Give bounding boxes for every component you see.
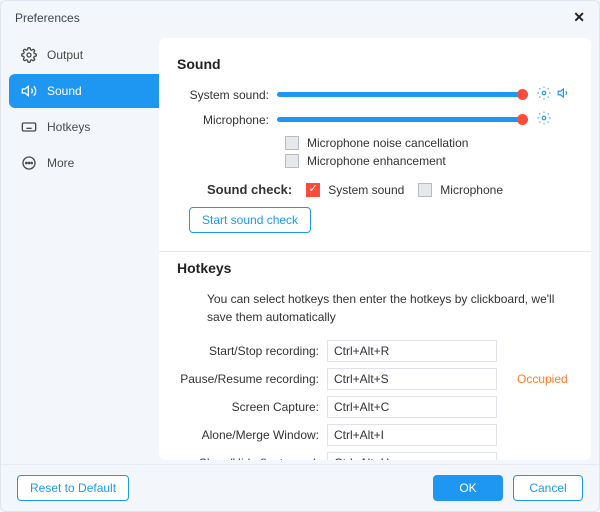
volume-icon[interactable] [557, 86, 571, 103]
occupied-badge: Occupied [517, 372, 568, 386]
sidebar-item-label: Sound [47, 84, 82, 98]
checkbox-label: Microphone [440, 183, 503, 197]
reset-to-default-button[interactable]: Reset to Default [17, 475, 129, 501]
section-heading-hotkeys: Hotkeys [177, 260, 571, 276]
sidebar-item-label: Output [47, 48, 83, 62]
hotkeys-description: You can select hotkeys then enter the ho… [177, 290, 571, 340]
hk-input-alone-merge[interactable] [327, 424, 497, 446]
main-panel[interactable]: Sound System sound: Microphone: [159, 38, 591, 460]
footer: Reset to Default OK Cancel [1, 464, 599, 511]
slider-knob-icon[interactable] [517, 89, 528, 100]
hk-label-float-panel: Show/Hide float panel: [177, 456, 327, 460]
section-heading-sound: Sound [177, 56, 571, 72]
hk-label-pause-resume: Pause/Resume recording: [177, 372, 327, 386]
sidebar-item-hotkeys[interactable]: Hotkeys [9, 110, 159, 144]
title-bar: Preferences ✕ [1, 1, 599, 34]
gear-icon [21, 47, 37, 63]
hk-label-screen-capture: Screen Capture: [177, 400, 327, 414]
more-icon [21, 155, 37, 171]
microphone-label: Microphone: [177, 113, 277, 127]
gear-icon[interactable] [537, 111, 551, 128]
slider-knob-icon[interactable] [517, 114, 528, 125]
hk-input-start-stop[interactable] [327, 340, 497, 362]
start-sound-check-button[interactable]: Start sound check [189, 207, 311, 233]
sound-check-heading: Sound check: [207, 182, 292, 197]
hk-input-float-panel[interactable] [327, 452, 497, 460]
keyboard-icon [21, 119, 37, 135]
window-body: Output Sound Hotkeys More [1, 34, 599, 464]
sidebar-item-label: Hotkeys [47, 120, 90, 134]
window-title: Preferences [15, 11, 80, 25]
spacer [557, 111, 571, 128]
checkbox-icon [418, 183, 432, 197]
hk-label-start-stop: Start/Stop recording: [177, 344, 327, 358]
enhancement-checkbox[interactable]: Microphone enhancement [285, 154, 571, 168]
speaker-icon [21, 83, 37, 99]
checkbox-label: Microphone noise cancellation [307, 136, 468, 150]
checkbox-label: Microphone enhancement [307, 154, 446, 168]
sidebar-item-label: More [47, 156, 74, 170]
sidebar-item-more[interactable]: More [9, 146, 159, 180]
noise-cancel-checkbox[interactable]: Microphone noise cancellation [285, 136, 571, 150]
preferences-window: Preferences ✕ Output Sound Ho [0, 0, 600, 512]
checkbox-icon [285, 136, 299, 150]
system-sound-slider[interactable] [277, 92, 527, 97]
hk-input-pause-resume[interactable] [327, 368, 497, 390]
checkbox-label: System sound [328, 183, 404, 197]
sidebar-item-sound[interactable]: Sound [9, 74, 159, 108]
system-sound-check[interactable]: ✓ System sound [306, 183, 404, 197]
microphone-slider[interactable] [277, 117, 527, 122]
microphone-check[interactable]: Microphone [418, 183, 503, 197]
sidebar: Output Sound Hotkeys More [1, 34, 159, 464]
checkbox-checked-icon: ✓ [306, 183, 320, 197]
close-icon[interactable]: ✕ [573, 9, 585, 26]
system-sound-label: System sound: [177, 88, 277, 102]
ok-button[interactable]: OK [433, 475, 503, 501]
gear-icon[interactable] [537, 86, 551, 103]
hk-input-screen-capture[interactable] [327, 396, 497, 418]
hk-label-alone-merge: Alone/Merge Window: [177, 428, 327, 442]
checkbox-icon [285, 154, 299, 168]
cancel-button[interactable]: Cancel [513, 475, 583, 501]
sidebar-item-output[interactable]: Output [9, 38, 159, 72]
